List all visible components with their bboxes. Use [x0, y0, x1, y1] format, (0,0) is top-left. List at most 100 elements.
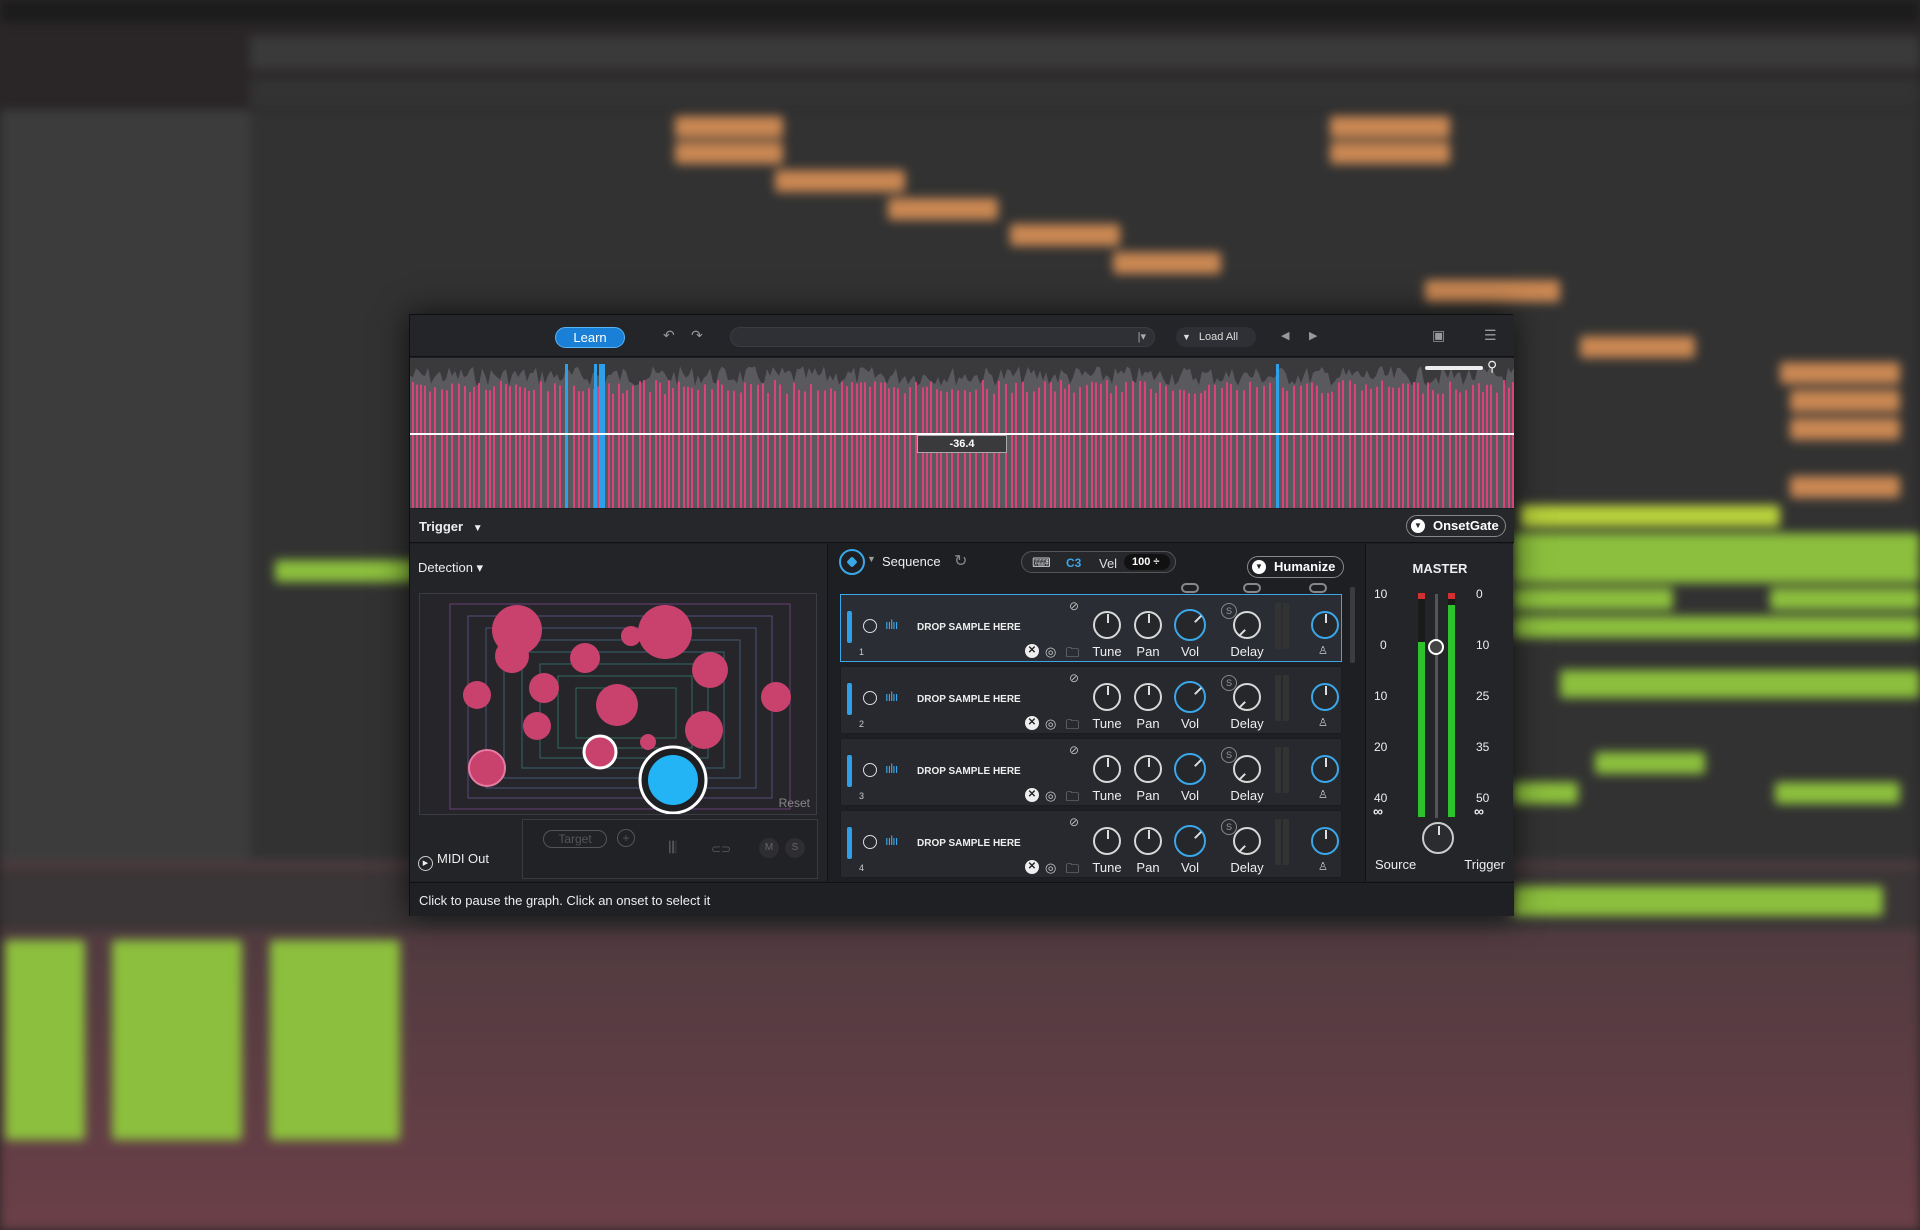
- mute-button[interactable]: M: [759, 838, 779, 858]
- onset-marker[interactable]: [1243, 390, 1245, 508]
- slot-enable-bar[interactable]: [847, 611, 852, 643]
- selected-onset-marker[interactable]: [602, 364, 605, 508]
- onset-marker[interactable]: [1256, 387, 1258, 508]
- onset-marker[interactable]: [540, 381, 542, 508]
- onset-marker[interactable]: [1449, 381, 1451, 508]
- onset-marker[interactable]: [668, 380, 670, 508]
- load-all-button[interactable]: ▼ Load All: [1176, 327, 1256, 347]
- onset-marker[interactable]: [416, 384, 418, 508]
- onset-marker[interactable]: [446, 390, 448, 508]
- onset-marker[interactable]: [1398, 387, 1400, 508]
- onset-marker[interactable]: [1068, 384, 1070, 508]
- onset-marker[interactable]: [1139, 380, 1141, 508]
- onset-marker[interactable]: [1121, 392, 1123, 508]
- onset-marker[interactable]: [608, 383, 610, 508]
- onset-marker[interactable]: [1486, 384, 1488, 508]
- onset-marker[interactable]: [678, 381, 680, 508]
- humanize-amount-knob[interactable]: [1311, 683, 1339, 711]
- onset-marker[interactable]: [1086, 384, 1088, 508]
- onset-marker[interactable]: [757, 384, 759, 508]
- folder-icon[interactable]: 🗀: [1066, 860, 1079, 882]
- onset-marker[interactable]: [1033, 391, 1035, 508]
- onset-marker[interactable]: [1478, 383, 1480, 508]
- sample-slot[interactable]: ıılıı DROP SAMPLE HERE 4 ✕ ◎ 🗀 ⊘ S Tune …: [840, 810, 1342, 878]
- onset-marker[interactable]: [683, 386, 685, 508]
- sample-settings-icon[interactable]: ◎: [1045, 644, 1056, 660]
- onset-marker[interactable]: [1482, 392, 1484, 508]
- onset-marker[interactable]: [485, 389, 487, 508]
- drop-sample-zone[interactable]: DROP SAMPLE HERE: [917, 838, 1021, 849]
- onset-marker[interactable]: [740, 392, 742, 508]
- onset-marker[interactable]: [1417, 382, 1419, 508]
- onset-marker[interactable]: [1022, 381, 1024, 508]
- onset-marker[interactable]: [897, 388, 899, 508]
- onset-marker[interactable]: [1110, 393, 1112, 508]
- onset-marker[interactable]: [509, 386, 511, 508]
- sample-slot[interactable]: ıılıı DROP SAMPLE HERE 2 ✕ ◎ 🗀 ⊘ S Tune …: [840, 666, 1342, 734]
- onset-marker[interactable]: [817, 390, 819, 508]
- onset-marker[interactable]: [1311, 382, 1313, 508]
- midi-out-toggle[interactable]: ▶ MIDI Out: [418, 851, 489, 871]
- onset-marker[interactable]: [1011, 392, 1013, 508]
- onset-bubble[interactable]: [596, 684, 638, 726]
- onset-marker[interactable]: [874, 381, 876, 508]
- onset-marker[interactable]: [1236, 389, 1238, 508]
- drop-sample-zone[interactable]: DROP SAMPLE HERE: [917, 766, 1021, 777]
- onset-marker[interactable]: [1064, 388, 1066, 508]
- volume-knob[interactable]: [1174, 753, 1206, 785]
- onset-marker[interactable]: [1282, 387, 1284, 508]
- onset-marker[interactable]: [524, 387, 526, 508]
- onset-marker[interactable]: [687, 386, 689, 508]
- onset-marker[interactable]: [1050, 382, 1052, 508]
- onset-marker[interactable]: [893, 387, 895, 508]
- pan-knob[interactable]: [1134, 755, 1162, 783]
- onset-marker[interactable]: [1115, 385, 1117, 508]
- onset-marker[interactable]: [793, 382, 795, 508]
- onset-marker[interactable]: [1144, 381, 1146, 508]
- onset-marker[interactable]: [869, 386, 871, 508]
- onset-marker[interactable]: [1402, 383, 1404, 508]
- onset-bubble[interactable]: [638, 605, 692, 659]
- onset-marker[interactable]: [1407, 383, 1409, 508]
- slot-scrollbar[interactable]: [1350, 587, 1355, 663]
- onset-marker[interactable]: [1503, 380, 1505, 508]
- onset-marker[interactable]: [717, 380, 719, 508]
- onset-marker[interactable]: [1455, 389, 1457, 508]
- redo-icon[interactable]: ↷: [691, 327, 703, 344]
- onset-marker[interactable]: [762, 383, 764, 508]
- undo-icon[interactable]: ↶: [663, 327, 675, 344]
- onset-marker[interactable]: [888, 388, 890, 508]
- onset-marker[interactable]: [458, 383, 460, 508]
- onset-marker[interactable]: [1106, 380, 1108, 508]
- onset-marker[interactable]: [1437, 393, 1439, 508]
- delay-knob[interactable]: [1233, 755, 1261, 783]
- person-icon[interactable]: ♙: [1318, 860, 1328, 873]
- selected-onset-marker[interactable]: [594, 364, 597, 508]
- link-icon[interactable]: [1181, 583, 1199, 593]
- onsetgate-dropdown[interactable]: ▼ OnsetGate: [1406, 515, 1506, 537]
- target-button[interactable]: Target: [543, 830, 607, 848]
- previous-preset-icon[interactable]: ◀: [1281, 329, 1289, 342]
- link-icon[interactable]: [1309, 583, 1327, 593]
- onset-marker[interactable]: [1370, 388, 1372, 508]
- onset-marker[interactable]: [1125, 382, 1127, 508]
- sample-settings-icon[interactable]: ◎: [1045, 788, 1056, 804]
- onset-bubble[interactable]: [523, 712, 551, 740]
- onset-bubble[interactable]: [468, 749, 506, 787]
- onset-marker[interactable]: [1286, 390, 1288, 508]
- onset-marker[interactable]: [1183, 390, 1185, 508]
- onset-marker[interactable]: [1214, 384, 1216, 508]
- sample-slot[interactable]: ıılıı DROP SAMPLE HERE 3 ✕ ◎ 🗀 ⊘ S Tune …: [840, 738, 1342, 806]
- onset-marker[interactable]: [1459, 392, 1461, 508]
- onset-marker[interactable]: [1381, 380, 1383, 508]
- onset-marker[interactable]: [1269, 382, 1271, 508]
- onset-marker[interactable]: [1179, 389, 1181, 508]
- drop-sample-zone[interactable]: DROP SAMPLE HERE: [917, 622, 1021, 633]
- pan-knob[interactable]: [1134, 611, 1162, 639]
- onset-marker[interactable]: [846, 386, 848, 508]
- onset-marker[interactable]: [1327, 393, 1329, 508]
- onset-marker[interactable]: [1331, 391, 1333, 508]
- onset-marker[interactable]: [711, 389, 713, 508]
- onset-marker[interactable]: [1316, 385, 1318, 508]
- onset-marker[interactable]: [1060, 380, 1062, 508]
